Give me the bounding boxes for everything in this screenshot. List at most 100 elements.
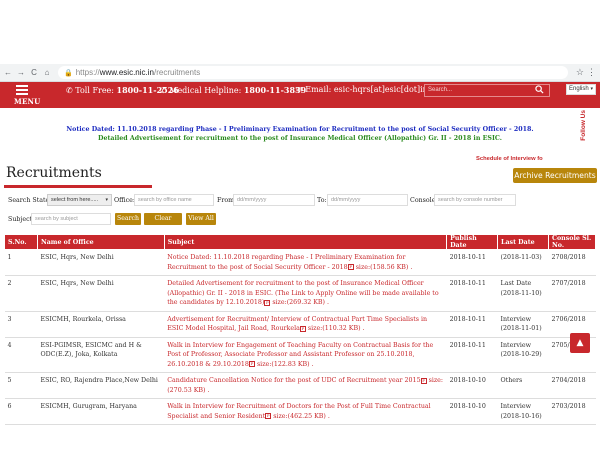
language-select[interactable]: English ▾	[566, 84, 596, 95]
home-icon[interactable]: ⌂	[42, 68, 52, 77]
language-value: English	[569, 86, 589, 92]
to-label: To:	[317, 197, 327, 204]
cell-subject[interactable]: Advertisement for Recruitment/ Interview…	[164, 311, 447, 338]
file-size: size:(110.32 KB) .	[307, 325, 365, 332]
reload-icon[interactable]: C	[29, 68, 39, 77]
cell-publish-date: 2018-10-11	[446, 275, 498, 312]
cell-sno: 3	[4, 311, 38, 338]
table-row: 3 ESICMH, Rourkela, Orissa Advertisement f…	[4, 311, 596, 338]
column-header-console: Console Sl. No.	[547, 234, 597, 250]
cell-console: 2708/2018	[548, 249, 596, 276]
last-date-type: Others	[500, 377, 523, 384]
cell-sno: 5	[4, 372, 38, 399]
pdf-icon[interactable]: P	[299, 325, 306, 332]
cell-console: 2703/2018	[548, 398, 596, 425]
pdf-icon[interactable]: P	[265, 413, 272, 419]
pdf-icon[interactable]: P	[347, 264, 354, 270]
cell-subject[interactable]: Walk in Interview for Engagement of Teac…	[164, 337, 447, 373]
table-row: 2 ESIC, Hqrs, New Delhi Detailed Advertise…	[4, 275, 596, 312]
cell-last-date: Last Date (2018-11-10)	[497, 275, 549, 312]
email-label: Email:	[305, 85, 332, 94]
site-header: MENU ✆ Toll Free: 1800-11-2526 ✆ Medical…	[0, 82, 600, 108]
last-date-type: Interview	[500, 315, 532, 323]
last-date-value: (2018-11-03)	[500, 254, 542, 261]
column-header-last-date: Last Date	[497, 234, 549, 250]
console-input[interactable]: search by console number	[434, 194, 516, 206]
cell-publish-date: 2018-10-11	[446, 249, 498, 276]
last-date-type: Interview	[500, 403, 532, 410]
column-header-subject: Subject	[163, 234, 448, 250]
cell-sno: 4	[4, 337, 38, 373]
last-date-type: Last Date	[500, 280, 532, 287]
subject-link[interactable]: Candidature Cancellation Notice for the …	[167, 377, 420, 384]
cell-office: ESIC, RO, Rajendra Place,New Delhi	[37, 372, 165, 399]
browser-toolbar: ← → C ⌂ 🔒 https:// www.esic.nic.in /recr…	[0, 64, 600, 82]
cell-sno: 6	[4, 398, 38, 425]
subject-input[interactable]: search by subject	[31, 213, 111, 225]
toll-free-label: Toll Free:	[75, 86, 114, 95]
cell-office: ESIC, Hqrs, New Delhi	[37, 249, 165, 276]
url-scheme: https://	[75, 68, 100, 77]
scrolling-marquee[interactable]: Schedule of Interview fo	[476, 156, 543, 162]
pdf-icon[interactable]: P	[248, 361, 255, 367]
column-header-office: Name of Office	[36, 234, 165, 250]
cell-subject[interactable]: Detailed Advertisement for recruitment t…	[164, 275, 447, 312]
clear-search-button[interactable]: Clear Search	[144, 213, 182, 234]
cell-publish-date: 2018-10-11	[446, 337, 498, 373]
cell-console: 2707/2018	[548, 275, 596, 312]
column-header-publish-date: Publish Date	[446, 234, 499, 250]
page-title: Recruitments	[6, 165, 102, 181]
cell-last-date: Interview (2018-10-16)	[497, 398, 549, 425]
cell-office: ESI-PGIMSR, ESICMC and H & ODC(E.Z), Jok…	[37, 337, 165, 373]
cell-subject[interactable]: Notice Dated: 11.10.2018 regarding Phase…	[164, 249, 447, 276]
subject-link[interactable]: Advertisement for Recruitment/ Interview…	[167, 316, 427, 333]
back-icon[interactable]: ←	[3, 68, 13, 77]
pdf-icon[interactable]: P	[264, 299, 271, 306]
cell-last-date: Interview (2018-10-29)	[497, 337, 549, 373]
from-date-input[interactable]: dd/mm/yyyy	[233, 194, 315, 206]
table-row: 6 ESICMH, Gurugram, Haryana Walk in Interv…	[4, 398, 596, 425]
cell-last-date: Interview (2018-11-01)	[497, 311, 549, 338]
cell-subject[interactable]: Candidature Cancellation Notice for the …	[164, 372, 447, 399]
email-value[interactable]: esic-hqrs[at]esic[dot]in	[334, 85, 428, 94]
cell-console: 2704/2018	[548, 372, 596, 399]
chevron-down-icon: ▾	[105, 197, 108, 203]
archive-recruitments-button[interactable]: Archive Recruitments	[513, 168, 597, 183]
office-input[interactable]: search by office name	[134, 194, 214, 206]
column-header-sno: S.No.	[4, 234, 38, 250]
recruitments-table: S.No. Name of Office Subject Publish Dat…	[4, 234, 597, 425]
pdf-icon[interactable]: P	[420, 377, 427, 384]
file-size: size:(462.25 KB) .	[273, 412, 330, 420]
cell-subject[interactable]: Walk in Interview for Recruitment of Doc…	[164, 398, 447, 425]
url-host: www.esic.nic.in	[99, 68, 154, 77]
lock-icon: 🔒	[64, 69, 73, 77]
menu-label[interactable]: MENU	[14, 97, 40, 106]
forward-icon[interactable]: →	[16, 68, 26, 77]
view-all-button[interactable]: View All	[186, 213, 216, 225]
search-button[interactable]: Search	[115, 213, 141, 225]
last-date-value: (2018-10-29)	[500, 351, 542, 358]
bookmark-star-icon[interactable]: ☆	[576, 67, 584, 78]
url-path: /recruitments	[153, 68, 201, 77]
cell-publish-date: 2018-10-10	[446, 398, 498, 425]
last-date-value: (2018-10-16)	[500, 412, 542, 420]
site-search-input[interactable]: Search...	[424, 84, 550, 97]
file-size: size:(122.83 KB) .	[256, 360, 314, 368]
last-date-value: (2018-11-01)	[500, 325, 542, 332]
cell-office: ESICMH, Rourkela, Orissa	[37, 311, 165, 338]
address-bar[interactable]: 🔒 https:// www.esic.nic.in /recruitments	[58, 66, 568, 79]
file-size: size:(158.56 KB) .	[355, 263, 413, 271]
chevron-up-icon[interactable]: ▲	[570, 333, 590, 353]
cell-publish-date: 2018-10-10	[446, 372, 498, 399]
hamburger-icon[interactable]	[16, 85, 28, 97]
to-date-input[interactable]: dd/mm/yyyy	[327, 194, 408, 206]
cell-publish-date: 2018-10-11	[446, 311, 498, 338]
cell-sno: 1	[4, 249, 38, 276]
browser-menu-icon[interactable]: ⋮	[587, 67, 596, 78]
state-select[interactable]: select from here..... ▾	[47, 194, 112, 206]
envelope-icon: ✉	[296, 85, 303, 94]
notice-link-1[interactable]: Notice Dated: 11.10.2018 regarding Phase…	[0, 126, 600, 133]
search-icon[interactable]	[535, 85, 544, 94]
notice-link-2[interactable]: Detailed Advertisement for recruitment t…	[0, 135, 600, 142]
helpline-label: Medical Helpline:	[169, 86, 242, 95]
